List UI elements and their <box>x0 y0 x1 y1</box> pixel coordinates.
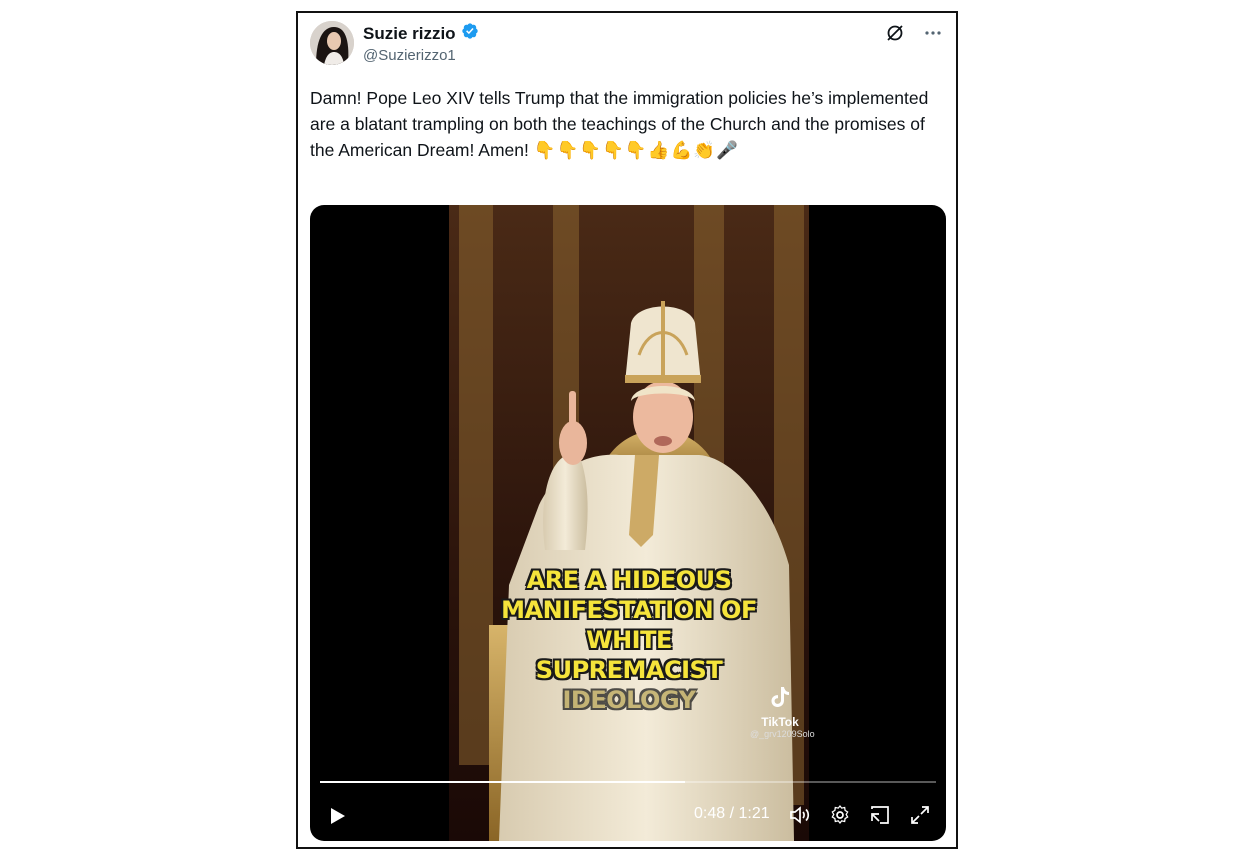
tiktok-brand: TikTok <box>761 715 799 729</box>
video-frame <box>449 205 809 841</box>
tweet-text: Damn! Pope Leo XIV tells Trump that the … <box>310 85 940 163</box>
fullscreen-icon[interactable] <box>908 803 932 827</box>
tweet-card: Suzie rizzio @Suzierizzo1 Damn! Pope Leo… <box>296 11 958 849</box>
volume-icon[interactable] <box>788 803 812 827</box>
verified-badge-icon <box>461 22 479 45</box>
avatar[interactable] <box>310 21 354 65</box>
tiktok-logo-icon <box>771 687 789 707</box>
play-icon[interactable] <box>326 805 348 832</box>
video-player[interactable]: ARE A HIDEOUS MANIFESTATION OF WHITE SUP… <box>310 205 946 841</box>
author-name[interactable]: Suzie rizzio <box>363 24 456 44</box>
time-display: 0:48 / 1:21 <box>694 805 770 822</box>
tiktok-watermark: TikTok @_grv1209Solo <box>750 685 815 739</box>
pip-icon[interactable] <box>868 803 892 827</box>
settings-icon[interactable] <box>828 803 852 827</box>
progress-bar-fill <box>320 781 686 783</box>
caption-line: MANIFESTATION OF <box>501 596 757 624</box>
more-icon[interactable] <box>922 22 944 44</box>
author-handle[interactable]: @Suzierizzo1 <box>363 47 456 64</box>
grok-icon[interactable] <box>884 22 906 44</box>
caption-line: ARE A HIDEOUS <box>526 566 732 594</box>
tiktok-username: @_grv1209Solo <box>750 729 815 739</box>
caption-line: SUPREMACIST <box>535 656 723 684</box>
video-controls: 0:48 / 1:21 <box>310 801 946 831</box>
tweet-emojis: 👇👇👇👇👇👍💪👏🎤 <box>533 140 739 160</box>
progress-bar[interactable] <box>320 781 936 783</box>
caption-line: WHITE <box>586 626 672 654</box>
